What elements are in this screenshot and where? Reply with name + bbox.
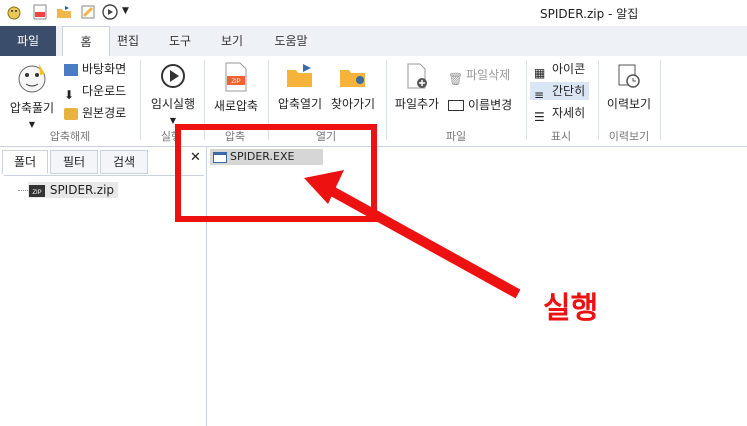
- annotation-label: 실행: [543, 291, 599, 326]
- annotation-arrow: [304, 170, 521, 299]
